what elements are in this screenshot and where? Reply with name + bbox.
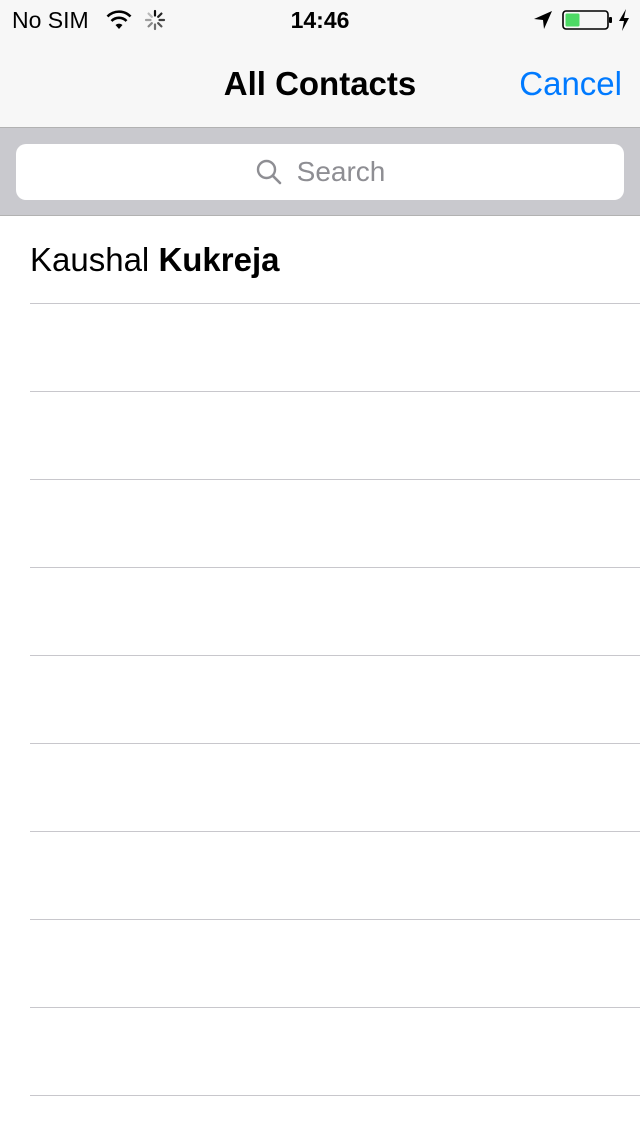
empty-row <box>0 1096 640 1136</box>
empty-row <box>0 568 640 656</box>
empty-row <box>0 920 640 1008</box>
search-bar: Search <box>0 128 640 216</box>
empty-row <box>0 480 640 568</box>
empty-row <box>0 656 640 744</box>
empty-row <box>0 1008 640 1096</box>
battery-icon <box>562 10 612 30</box>
empty-row <box>0 744 640 832</box>
list-item[interactable]: Kaushal Kukreja <box>0 216 640 304</box>
contacts-list: Kaushal Kukreja <box>0 216 640 1136</box>
nav-bar: All Contacts Cancel <box>0 40 640 128</box>
status-bar: No SIM 14:46 <box>0 0 640 40</box>
contact-name: Kaushal Kukreja <box>30 216 280 304</box>
empty-row <box>0 392 640 480</box>
empty-row <box>0 304 640 392</box>
contact-first-name: Kaushal <box>30 241 150 278</box>
cancel-button[interactable]: Cancel <box>519 40 622 128</box>
empty-row <box>0 832 640 920</box>
search-input[interactable]: Search <box>16 144 624 200</box>
charging-bolt-icon <box>619 9 629 31</box>
location-arrow-icon <box>534 11 552 29</box>
top-chrome: No SIM 14:46 All Contacts Cancel <box>0 0 640 128</box>
search-icon <box>256 159 281 185</box>
contact-last-name: Kukreja <box>158 241 280 278</box>
contacts-screen: No SIM 14:46 All Contacts Cancel Search … <box>0 0 640 1136</box>
search-placeholder: Search <box>296 156 386 187</box>
